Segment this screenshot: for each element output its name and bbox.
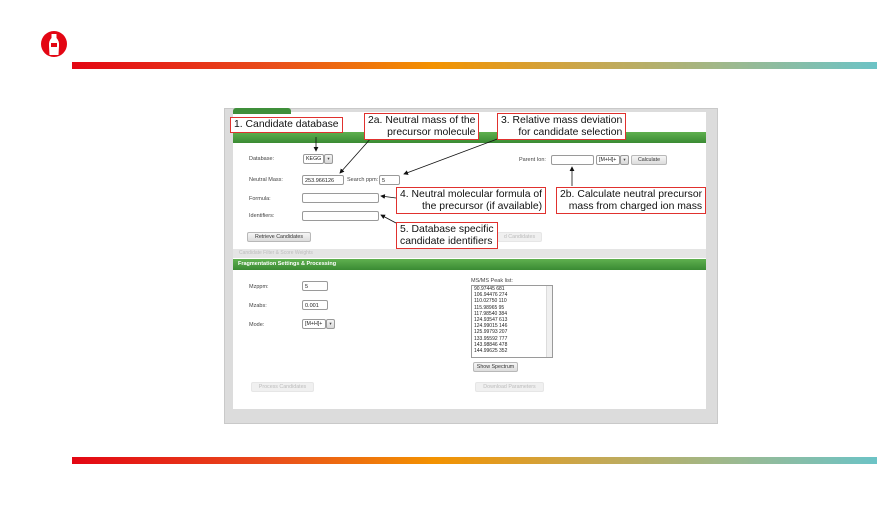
callout-3-line1: 3. Relative mass deviation: [501, 115, 623, 126]
callout-2a-line2: precursor molecule: [387, 126, 476, 138]
callout-4-line1: 4. Neutral molecular formula of: [400, 189, 543, 200]
callout-4-line2: the precursor (if available): [421, 200, 543, 212]
callout-molecular-formula: 4. Neutral molecular formula of the prec…: [396, 187, 547, 214]
callout-identifiers: 5. Database specific candidate identifie…: [396, 222, 498, 249]
callout-5-line2: candidate identifiers: [400, 235, 493, 247]
callout-candidate-database: 1. Candidate database: [230, 117, 343, 133]
callout-neutral-mass: 2a. Neutral mass of the precursor molecu…: [364, 113, 480, 140]
callout-3-line2: for candidate selection: [518, 126, 623, 138]
callout-mass-deviation: 3. Relative mass deviation for candidate…: [497, 113, 627, 140]
callout-2a-line1: 2a. Neutral mass of the: [368, 115, 476, 126]
callout-calculate-neutral-mass: 2b. Calculate neutral precursor mass fro…: [556, 187, 707, 214]
callout-2b-line1: 2b. Calculate neutral precursor: [560, 189, 703, 200]
callout-2b-line2: mass from charged ion mass: [568, 200, 703, 212]
callout-5-line1: 5. Database specific: [400, 224, 494, 235]
callout-1-text: 1. Candidate database: [234, 119, 339, 130]
callout-arrows: [313, 136, 575, 224]
